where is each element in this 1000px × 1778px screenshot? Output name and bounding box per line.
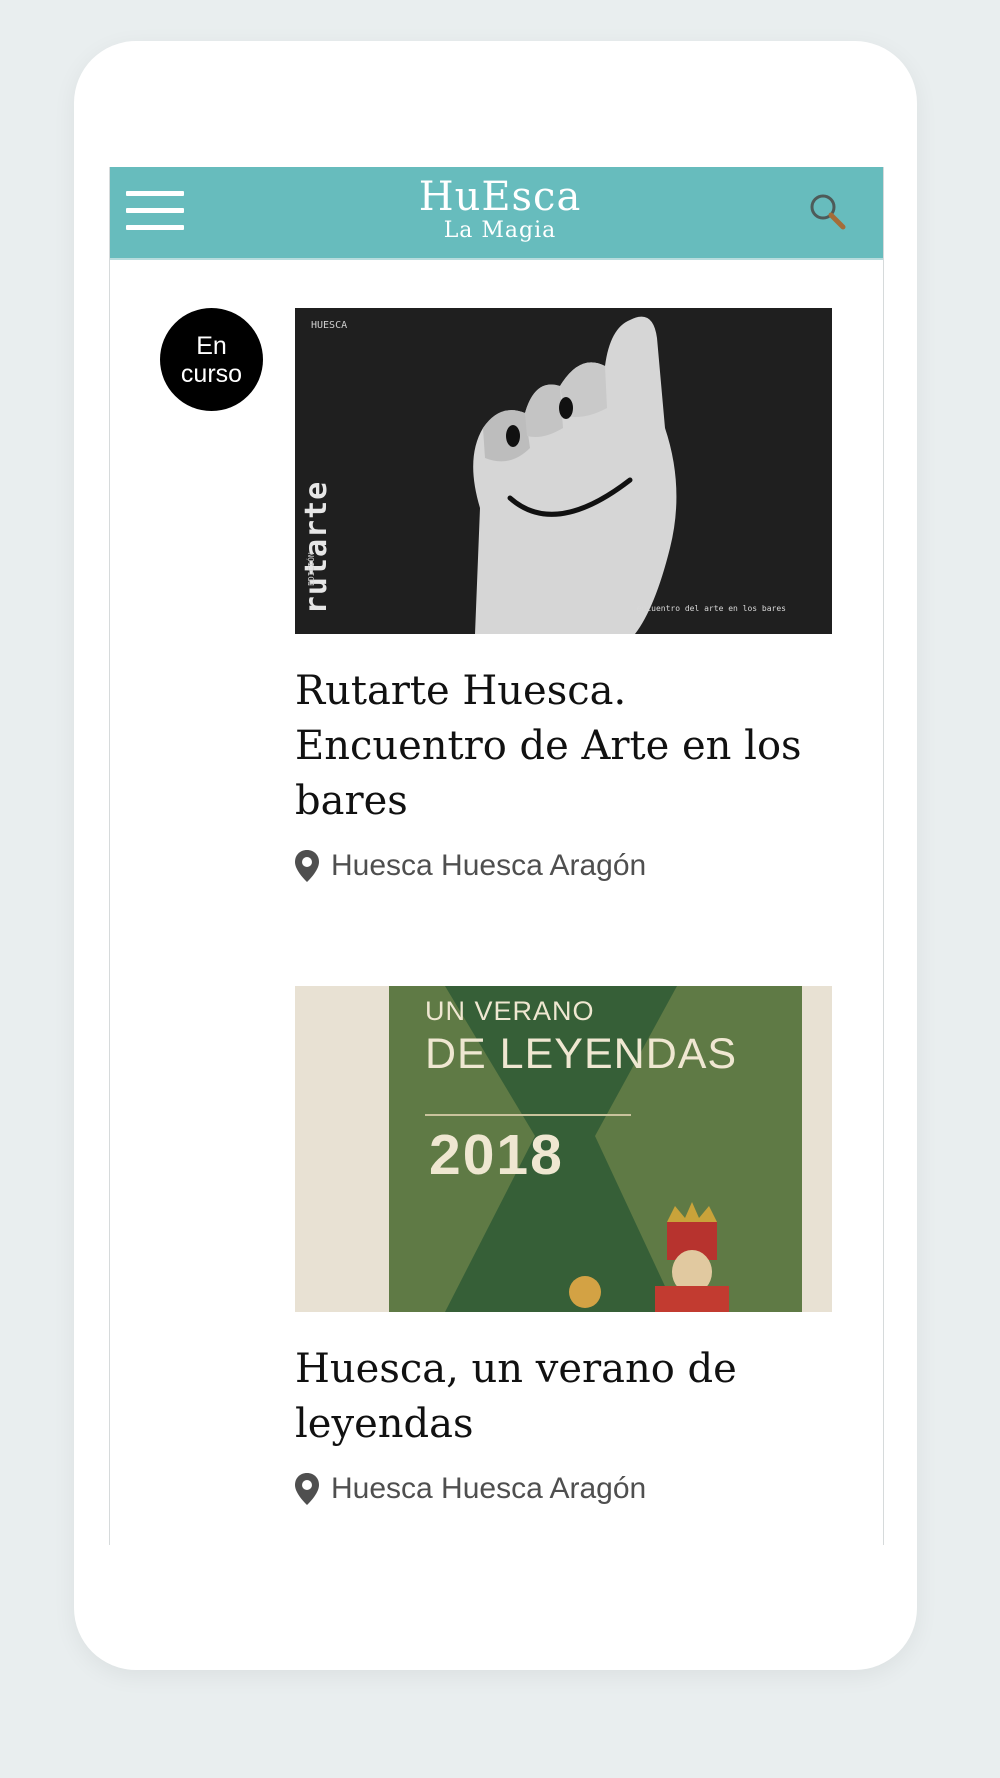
badge-line-1: En — [196, 331, 227, 360]
poster-line-1: UN VERANO — [425, 996, 595, 1026]
event-title[interactable]: Rutarte Huesca. Encuentro de Arte en los… — [295, 664, 832, 829]
event-title[interactable]: Huesca, un verano de leyendas — [295, 1342, 832, 1452]
logo-main-text: HuEsca — [418, 174, 582, 220]
top-header: HuEsca La Magia — [110, 167, 883, 260]
event-location-text: Huesca Huesca Aragón — [331, 849, 647, 882]
poster-divider — [425, 1114, 631, 1116]
map-pin-icon — [295, 850, 319, 882]
hamburger-icon[interactable] — [126, 191, 184, 231]
image-vertical-small: EDICIÓN — [307, 552, 316, 586]
event-location-text: Huesca Huesca Aragón — [331, 1472, 647, 1505]
app-screen: HuEsca La Magia En curso HUESCA rutarte … — [109, 167, 884, 1545]
image-caption: encuentro del arte en los bares — [636, 604, 786, 613]
map-pin-icon — [295, 1473, 319, 1505]
poster-year: 2018 — [429, 1123, 564, 1187]
event-image[interactable]: HUESCA rutarte EDICIÓN encuentro del art… — [295, 308, 832, 634]
event-location: Huesca Huesca Aragón — [295, 849, 832, 883]
event-image[interactable]: UN VERANO DE LEYENDAS 2018 — [295, 986, 832, 1312]
fist-smiley-illustration — [473, 316, 677, 634]
search-icon[interactable] — [807, 191, 849, 233]
poster-line-2: DE LEYENDAS — [425, 1030, 738, 1078]
badge-line-2: curso — [180, 359, 243, 388]
logo-sub-text: La Magia — [443, 218, 557, 243]
status-badge: En curso — [160, 308, 263, 411]
image-vertical-title: rutarte — [299, 480, 335, 615]
event-card[interactable]: HUESCA rutarte EDICIÓN encuentro del art… — [295, 308, 832, 883]
site-logo[interactable]: HuEsca La Magia — [400, 175, 600, 243]
event-location: Huesca Huesca Aragón — [295, 1472, 832, 1506]
event-card[interactable]: UN VERANO DE LEYENDAS 2018 Huesca, un ve… — [295, 986, 832, 1506]
